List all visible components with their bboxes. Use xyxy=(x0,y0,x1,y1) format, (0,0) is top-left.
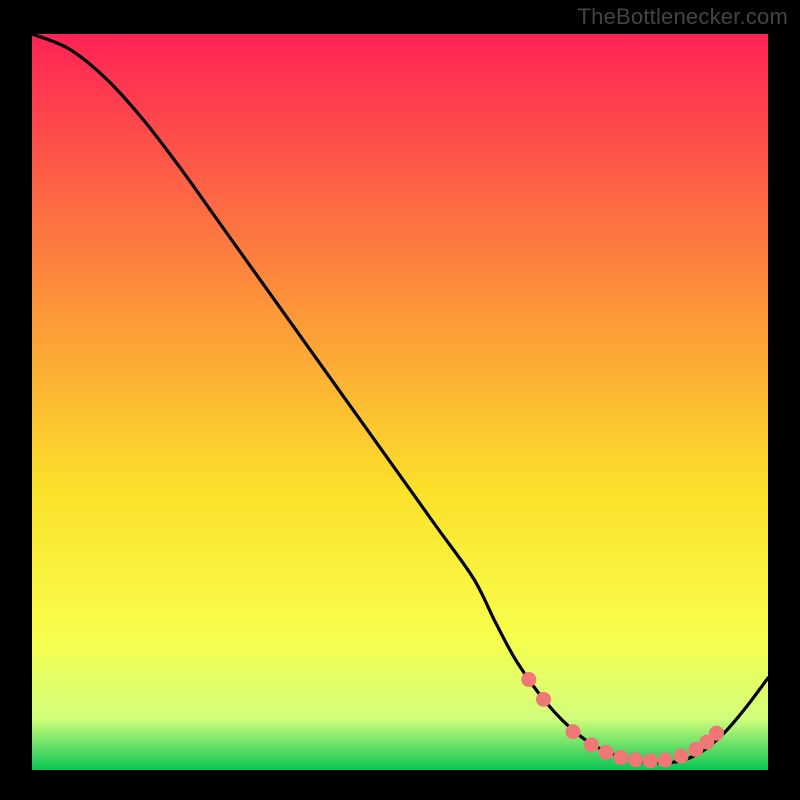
gradient-background xyxy=(32,34,768,770)
bottleneck-chart xyxy=(32,34,768,770)
plot-area xyxy=(32,34,768,770)
curve-dot xyxy=(584,737,599,752)
attribution-label: TheBottlenecker.com xyxy=(578,4,788,30)
curve-dot xyxy=(657,753,672,768)
curve-dot xyxy=(613,750,628,765)
curve-dot xyxy=(643,753,658,768)
curve-dot xyxy=(674,749,689,764)
curve-dot xyxy=(536,692,551,707)
curve-dot xyxy=(521,672,536,687)
curve-dot xyxy=(565,724,580,739)
curve-dot xyxy=(709,726,724,741)
curve-dot xyxy=(599,745,614,760)
curve-dot xyxy=(628,752,643,767)
chart-frame: TheBottlenecker.com xyxy=(0,0,800,800)
